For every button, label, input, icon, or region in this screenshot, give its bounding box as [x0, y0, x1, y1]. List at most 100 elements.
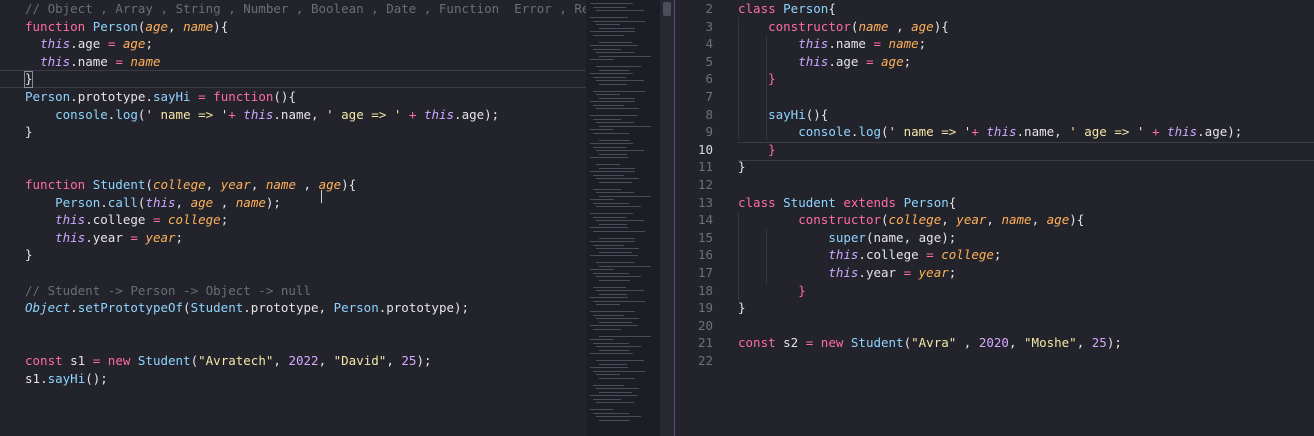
code-token: setPrototypeOf — [77, 300, 184, 316]
minimap-line — [590, 311, 635, 312]
code-token: // Object , Array , String , Number , Bo… — [25, 1, 586, 16]
code-token: extends — [843, 194, 904, 210]
code-token: this — [55, 212, 86, 228]
code-token: , — [213, 194, 236, 210]
code-line[interactable]: this.age = age; — [738, 53, 911, 70]
minimap-line — [593, 370, 645, 372]
code-token: Student — [92, 177, 146, 192]
minimap-line — [596, 80, 644, 81]
code-line[interactable]: } — [25, 246, 33, 263]
code-line[interactable]: this.year = year; — [25, 229, 183, 246]
code-token: Person — [903, 194, 949, 210]
minimap-line — [596, 192, 634, 193]
code-line[interactable]: this.year = year; — [738, 264, 956, 281]
minimap-line — [596, 108, 639, 109]
line-divider — [0, 70, 586, 71]
code-line[interactable]: constructor(name , age){ — [738, 18, 949, 35]
minimap-line — [590, 255, 638, 256]
code-line[interactable]: // Student -> Person -> Object -> null — [25, 282, 311, 299]
code-token: } — [25, 247, 33, 263]
minimap-line — [596, 346, 641, 347]
line-number: 16 — [697, 247, 713, 263]
code-line[interactable]: class Student extends Person{ — [738, 194, 956, 211]
code-token: , — [250, 177, 266, 192]
code-line[interactable]: } — [738, 141, 776, 158]
code-token: } — [798, 282, 806, 298]
code-line[interactable]: this.college = college; — [738, 246, 1001, 263]
code-token: ' age => ' — [1069, 124, 1145, 140]
code-line[interactable]: } — [738, 299, 746, 316]
minimap-line — [593, 216, 626, 218]
minimap-line — [590, 353, 633, 354]
code-line[interactable]: class Person{ — [738, 0, 836, 17]
minimap-line — [599, 167, 635, 169]
minimap-line — [596, 248, 639, 249]
code-token: ; — [993, 247, 1002, 263]
code-line[interactable]: } — [738, 70, 776, 87]
line-number: 14 — [697, 212, 713, 228]
code-line[interactable]: } — [25, 70, 33, 87]
indent-guide — [766, 35, 767, 140]
code-token: name — [235, 194, 266, 210]
code-line[interactable]: const s2 = new Student("Avra" , 2020, "M… — [738, 334, 1122, 351]
left-editor-pane[interactable]: // Object , Array , String , Number , Bo… — [0, 0, 586, 436]
code-line[interactable]: } — [738, 158, 746, 175]
code-line[interactable]: // Object , Array , String , Number , Bo… — [25, 0, 586, 17]
code-token: age — [911, 18, 934, 34]
minimap-line — [596, 360, 644, 361]
code-token: , — [168, 18, 184, 34]
code-token: . — [70, 89, 78, 104]
code-line[interactable]: this.college = college; — [25, 211, 228, 228]
line-number: 15 — [697, 229, 713, 245]
minimap-line — [599, 97, 635, 99]
code-line[interactable]: sayHi(){ — [738, 106, 828, 123]
code-line[interactable]: this.age = age; — [25, 35, 153, 52]
scrollbar-thumb[interactable] — [663, 2, 671, 16]
line-number: 8 — [705, 106, 713, 122]
code-token: prototype — [77, 89, 146, 104]
code-line[interactable]: Person.call(this, age , name); — [25, 194, 281, 211]
code-token: age — [1046, 212, 1070, 228]
code-token: .name, — [273, 106, 327, 122]
code-token: ' name => ' — [888, 124, 972, 140]
code-token: (); — [85, 370, 108, 386]
code-token: function — [25, 18, 93, 34]
minimap-line — [596, 388, 639, 389]
code-token: Person — [333, 300, 379, 316]
code-line[interactable]: constructor(college, year, name, age){ — [738, 211, 1084, 228]
code-token: . — [100, 194, 108, 210]
code-token: ( — [881, 124, 889, 140]
code-token: year — [145, 229, 176, 245]
code-token: = — [130, 229, 138, 245]
code-line[interactable]: function Person(age, name){ — [25, 18, 228, 35]
minimap-line — [593, 328, 621, 330]
minimap-line — [590, 59, 614, 60]
code-line[interactable]: super(name, age); — [738, 229, 956, 246]
code-line[interactable]: } — [25, 123, 33, 140]
code-line[interactable]: s1.sayHi(); — [25, 370, 108, 387]
code-line[interactable]: Person.prototype.sayHi = function(){ — [25, 88, 296, 105]
code-token: } — [25, 124, 33, 140]
code-line[interactable]: } — [738, 282, 806, 299]
code-token: ( — [183, 300, 191, 316]
code-line[interactable]: console.log(' name => '+ this.name, ' ag… — [738, 123, 1242, 140]
code-token: this — [828, 247, 859, 263]
vertical-scrollbar[interactable] — [660, 0, 674, 436]
code-token: const — [25, 353, 71, 368]
code-line[interactable]: function Student(college, year, name , a… — [25, 176, 356, 193]
code-token: ){ — [341, 177, 357, 192]
code-line[interactable]: this.name = name — [25, 53, 160, 70]
code-line[interactable]: Object.setPrototypeOf(Student.prototype,… — [25, 299, 469, 316]
right-editor-pane[interactable]: 2 3 4 5 6 7 8 9 10 11 12 13 14 15 16 17 18 19 20 21 22 class… — [674, 0, 1314, 436]
code-token: , — [888, 18, 912, 34]
minimap-line — [599, 69, 630, 71]
code-line[interactable]: const s1 = new Student("Avratech", 2022,… — [25, 352, 432, 369]
code-line[interactable]: console.log(' name => '+ this.name, ' ag… — [25, 106, 499, 123]
minimap[interactable] — [586, 0, 660, 436]
minimap-line — [590, 115, 638, 116]
